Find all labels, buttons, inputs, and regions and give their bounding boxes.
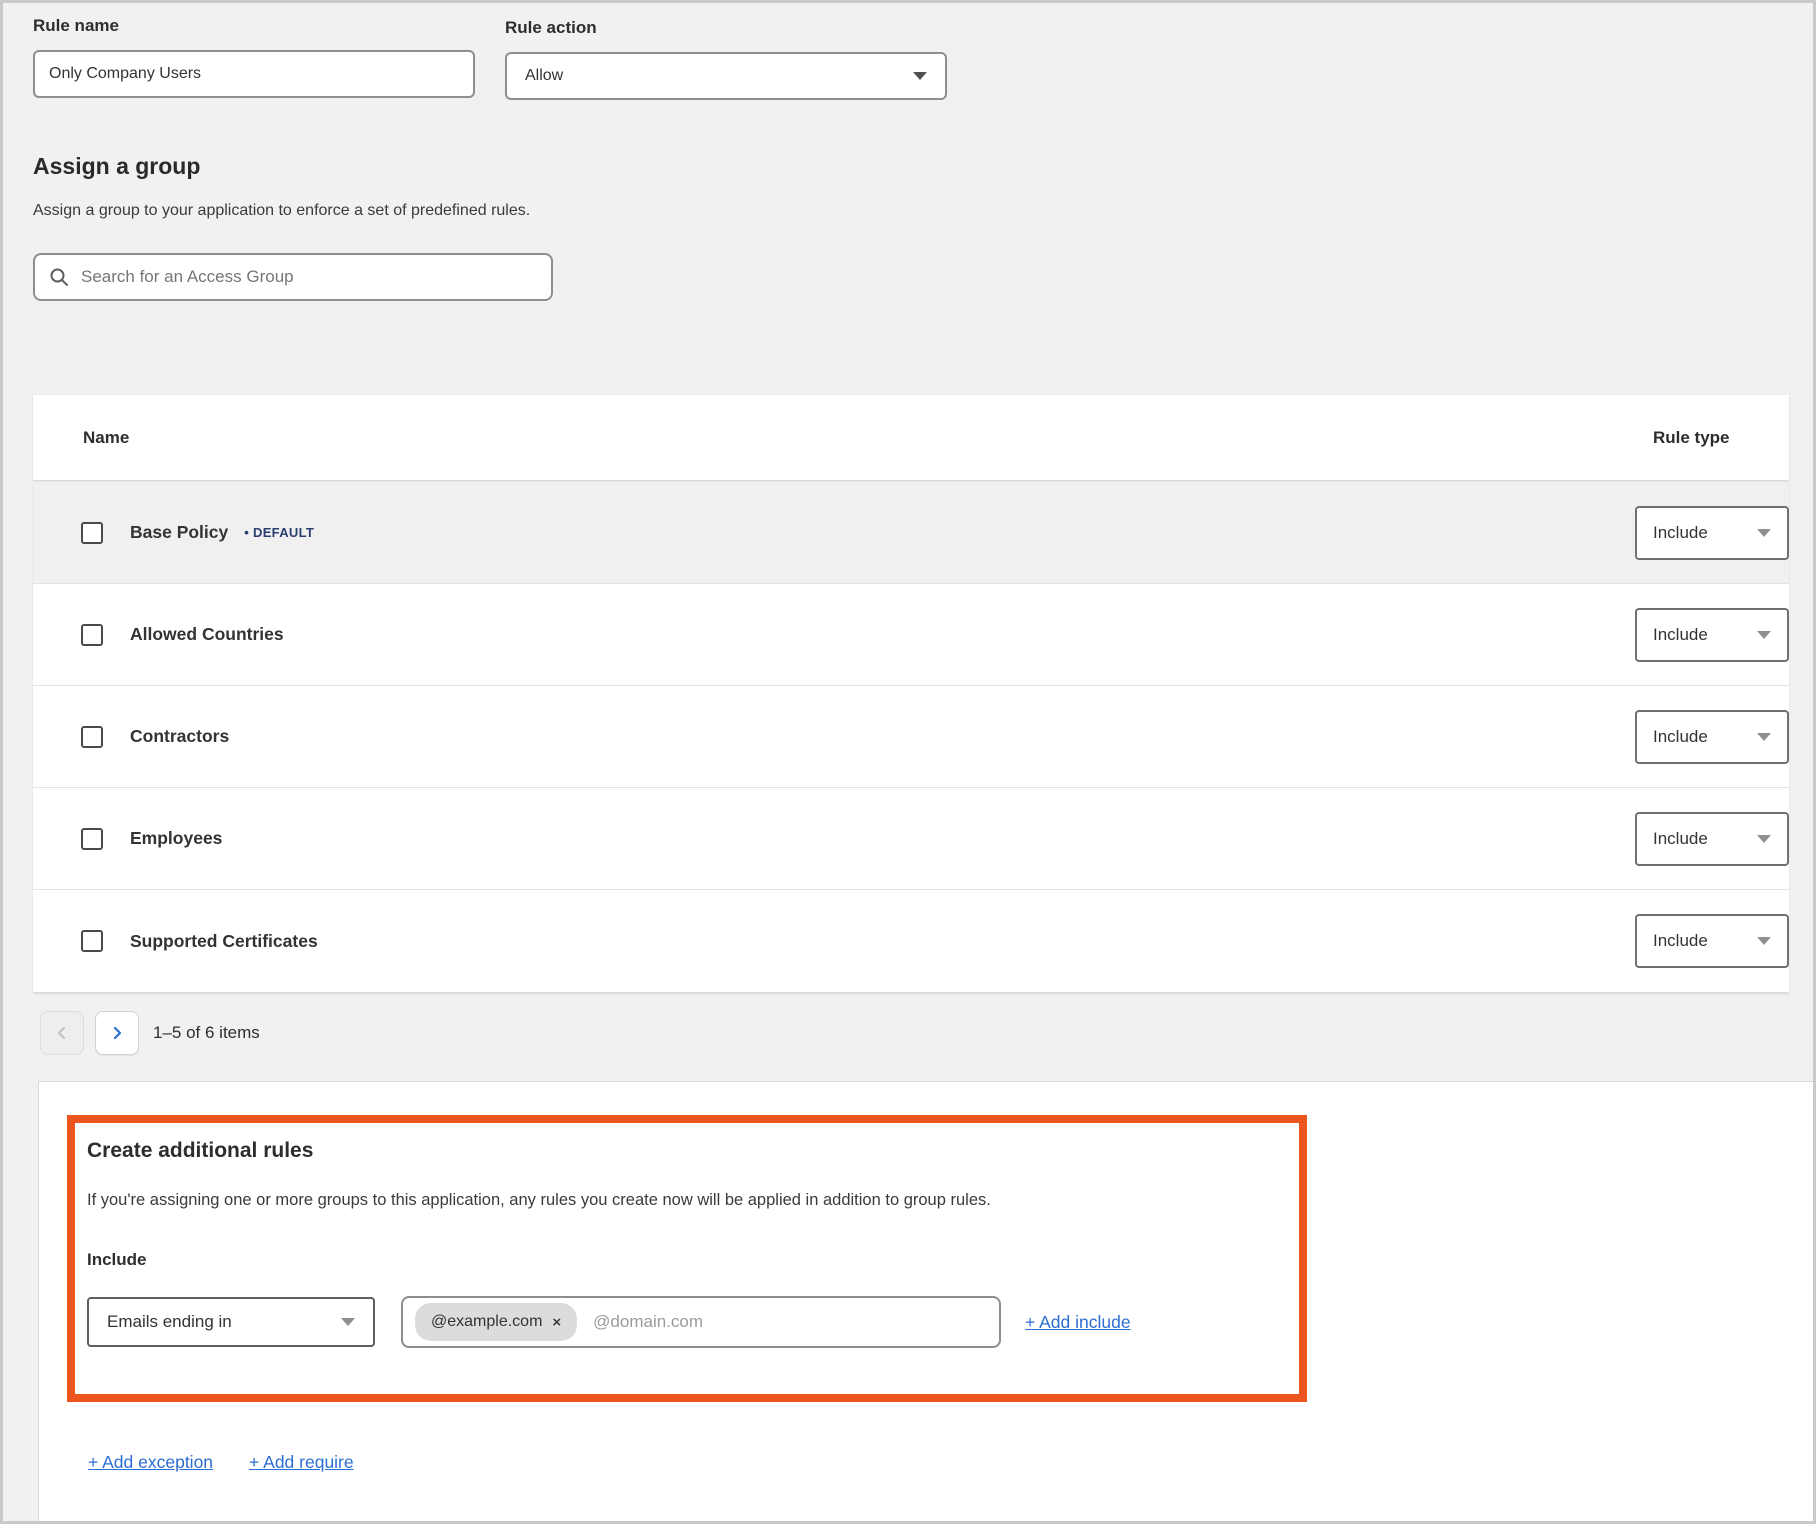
rule-name-label: Rule name — [33, 16, 119, 36]
rule-type-value: Include — [1653, 625, 1708, 645]
table-row: Supported Certificates Include — [33, 890, 1789, 992]
pagination-summary: 1–5 of 6 items — [153, 1011, 260, 1055]
chevron-down-icon — [1757, 529, 1771, 537]
chevron-right-icon — [109, 1025, 125, 1041]
table-row: Contractors Include — [33, 686, 1789, 788]
additional-rules-heading: Create additional rules — [87, 1139, 1275, 1163]
assign-group-description: Assign a group to your application to en… — [33, 202, 530, 220]
chevron-down-icon — [1757, 631, 1771, 639]
rule-type-dropdown[interactable]: Include — [1635, 914, 1789, 968]
email-domain-tag-label: @example.com — [431, 1313, 542, 1331]
access-group-table: Name Rule type Base Policy • DEFAULT Inc… — [33, 395, 1789, 992]
email-domain-input-container: @example.com × — [401, 1296, 1001, 1348]
row-checkbox[interactable] — [81, 624, 103, 646]
table-body: Base Policy • DEFAULT Include Allowed Co… — [33, 482, 1789, 992]
rule-type-value: Include — [1653, 523, 1708, 543]
row-checkbox[interactable] — [81, 522, 103, 544]
chevron-down-icon — [1757, 937, 1771, 945]
additional-rules-card: Create additional rules If you're assign… — [38, 1081, 1813, 1521]
rule-type-dropdown[interactable]: Include — [1635, 608, 1789, 662]
rule-criteria-value: Emails ending in — [107, 1312, 232, 1332]
row-name: Contractors — [130, 726, 229, 747]
assign-group-heading: Assign a group — [33, 153, 200, 180]
table-row: Base Policy • DEFAULT Include — [33, 482, 1789, 584]
row-name: Allowed Countries — [130, 624, 284, 645]
rule-footer-links: + Add exception + Add require — [88, 1452, 354, 1473]
column-header-rule-type: Rule type — [1653, 428, 1730, 448]
email-domain-input[interactable] — [593, 1312, 987, 1332]
row-name: Base Policy — [130, 522, 228, 543]
default-badge: • DEFAULT — [244, 525, 314, 540]
row-name: Employees — [130, 828, 222, 849]
table-header: Name Rule type — [33, 395, 1789, 480]
row-checkbox[interactable] — [81, 828, 103, 850]
access-rule-page: Rule name Rule action Allow Assign a gro… — [0, 0, 1816, 1524]
chevron-left-icon — [54, 1025, 70, 1041]
search-icon — [49, 267, 69, 287]
rule-criteria-select[interactable]: Emails ending in — [87, 1297, 375, 1347]
rule-type-value: Include — [1653, 829, 1708, 849]
rule-type-value: Include — [1653, 727, 1708, 747]
rule-type-dropdown[interactable]: Include — [1635, 506, 1789, 560]
rule-type-dropdown[interactable]: Include — [1635, 812, 1789, 866]
rule-action-label: Rule action — [505, 18, 597, 38]
pagination-next-button[interactable] — [95, 1011, 139, 1055]
table-row: Employees Include — [33, 788, 1789, 890]
add-include-link[interactable]: + Add include — [1025, 1312, 1131, 1333]
rule-type-value: Include — [1653, 931, 1708, 951]
add-require-link[interactable]: + Add require — [249, 1452, 354, 1473]
row-checkbox[interactable] — [81, 726, 103, 748]
remove-tag-icon[interactable]: × — [552, 1315, 561, 1330]
rule-name-input[interactable] — [33, 50, 475, 98]
email-domain-tag: @example.com × — [415, 1303, 577, 1341]
search-input[interactable] — [81, 267, 537, 287]
row-checkbox[interactable] — [81, 930, 103, 952]
rule-action-value: Allow — [525, 67, 563, 85]
chevron-down-icon — [1757, 835, 1771, 843]
chevron-down-icon — [341, 1318, 355, 1326]
access-group-search — [33, 253, 553, 301]
chevron-down-icon — [913, 72, 927, 80]
create-additional-rules-highlight: Create additional rules If you're assign… — [67, 1115, 1307, 1402]
pagination-prev-button[interactable] — [40, 1011, 84, 1055]
add-exception-link[interactable]: + Add exception — [88, 1452, 213, 1473]
rule-action-select[interactable]: Allow — [505, 52, 947, 100]
chevron-down-icon — [1757, 733, 1771, 741]
include-label: Include — [87, 1250, 1275, 1270]
rule-type-dropdown[interactable]: Include — [1635, 710, 1789, 764]
additional-rules-description: If you're assigning one or more groups t… — [87, 1191, 1275, 1210]
table-row: Allowed Countries Include — [33, 584, 1789, 686]
column-header-name: Name — [83, 428, 129, 448]
row-name: Supported Certificates — [130, 931, 318, 952]
include-rule-controls: Emails ending in @example.com × + Add in… — [87, 1296, 1275, 1348]
